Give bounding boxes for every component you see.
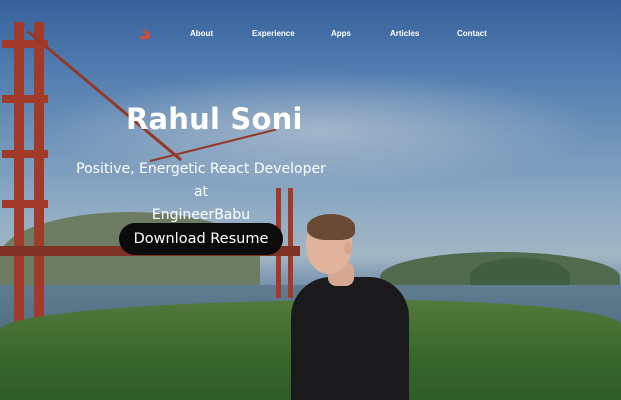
download-resume-button[interactable]: Download Resume (119, 223, 283, 255)
person-ear (344, 242, 352, 254)
person-torso (291, 277, 409, 400)
nav-item-articles[interactable]: Articles (390, 29, 419, 38)
hero-section: About Experience Apps Articles Contact R… (0, 0, 621, 400)
hero-tagline: Positive, Energetic React Developer at E… (70, 158, 332, 227)
nav-item-apps[interactable]: Apps (331, 29, 351, 38)
nav-item-contact[interactable]: Contact (457, 29, 487, 38)
nav-item-experience[interactable]: Experience (252, 29, 295, 38)
top-nav: About Experience Apps Articles Contact (0, 22, 621, 46)
swift-bird-icon[interactable] (137, 27, 151, 41)
nav-item-about[interactable]: About (190, 29, 213, 38)
hero-tagline-line1: Positive, Energetic React Developer at (76, 161, 326, 200)
hero-name: Rahul Soni (126, 102, 303, 136)
